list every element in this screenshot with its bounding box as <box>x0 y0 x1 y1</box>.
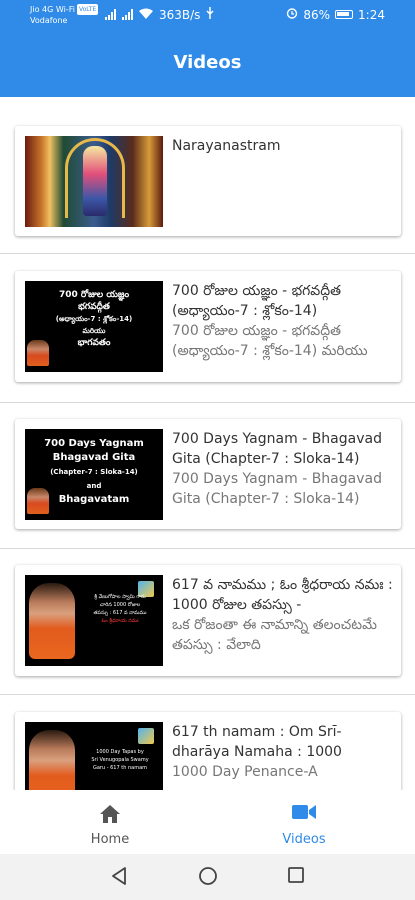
thumb-line: ఓం శ్రీధరాయ నమః <box>101 618 139 624</box>
thumb-line: (అధ్యాయం-7 : శ్లోకం-14) <box>55 315 133 323</box>
home-circle-icon[interactable] <box>198 866 218 890</box>
video-camera-icon <box>292 804 316 824</box>
speaker-photo <box>29 583 75 659</box>
thumb-line: Garu - 617 th namam <box>92 765 148 771</box>
video-card[interactable]: 700 Days Yagnam Bhagavad Gita (Chapter-7… <box>15 419 401 529</box>
video-title: 617 వ నామము ; ఓం శ్రీధరాయ నమః : 1000 రోజ… <box>172 577 393 613</box>
video-card[interactable]: Narayanastram <box>15 126 401 236</box>
carrier-top: Jio 4G Wi-Fi <box>30 5 75 14</box>
nav-item-videos[interactable]: Videos <box>244 790 364 854</box>
video-description: 700 Days Yagnam - Bhagavad Gita (Chapter… <box>172 471 382 507</box>
video-card[interactable]: శ్రీ వేణుగోపాల స్వామి గారు చారిన 1000 రో… <box>15 565 401 676</box>
video-text: 700 రోజుల యజ్ఞం - భగవద్గీత (అధ్యాయం-7 : … <box>172 281 394 361</box>
speaker-photo <box>27 340 49 366</box>
thumb-line: Bhagavatam <box>58 494 130 505</box>
video-text: Narayanastram <box>172 136 394 156</box>
video-description: 1000 Day Penance-A <box>172 764 318 780</box>
status-signal-group: 363B/s <box>105 7 214 22</box>
video-thumbnail[interactable]: 700 Days Yagnam Bhagavad Gita (Chapter-7… <box>25 429 163 520</box>
deity-graphic <box>83 146 107 216</box>
video-title: Narayanastram <box>172 138 281 154</box>
video-card[interactable]: 700 రోజుల యజ్ఞం భగవద్గీత (అధ్యాయం-7 : శ్… <box>15 271 401 382</box>
back-icon[interactable] <box>110 866 128 890</box>
video-description: ఒక రోజంతా ఈ నామాన్ని తలంచటమే తపస్సు : వే… <box>172 617 377 653</box>
clock: 1:24 <box>358 7 385 22</box>
status-bar: Jio 4G Wi-Fi VoLTE Vodafone 363B/s 86% 1:… <box>0 0 415 30</box>
video-title: 700 రోజుల యజ్ఞం - భగవద్గీత (అధ్యాయం-7 : … <box>172 283 342 319</box>
thumb-line: శ్రీ వేణుగోపాల స్వామి గారు <box>94 594 146 600</box>
status-right-group: 86% 1:24 <box>286 7 385 22</box>
thumb-line: Sri Venugopala Swamy <box>91 757 149 763</box>
net-speed: 363B/s <box>159 7 201 22</box>
video-thumbnail[interactable]: 1000 Day Tapas by Sri Venugopala Swamy G… <box>25 722 163 790</box>
thumbnail-caption: 700 రోజుల యజ్ఞం భగవద్గీత (అధ్యాయం-7 : శ్… <box>31 289 157 349</box>
signal-icon-2 <box>122 9 133 20</box>
divider <box>0 548 415 549</box>
signal-icon <box>105 9 116 20</box>
page-title: Videos <box>173 52 242 73</box>
bottom-navigation: Home Videos <box>0 790 415 854</box>
video-text: 700 Days Yagnam - Bhagavad Gita (Chapter… <box>172 429 394 509</box>
thumbnail-caption: శ్రీ వేణుగోపాల స్వామి గారు చారిన 1000 రో… <box>85 593 155 625</box>
thumb-line: 1000 Day Tapas by <box>96 749 144 755</box>
divider <box>0 253 415 254</box>
nav-label-home: Home <box>90 832 130 847</box>
video-description: 700 రోజుల యజ్ఞం - భగవద్గీత (అధ్యాయం-7 : … <box>172 323 368 359</box>
channel-logo-icon <box>138 728 154 744</box>
video-title: 700 Days Yagnam - Bhagavad Gita (Chapter… <box>172 431 382 467</box>
volte-badge: VoLTE <box>76 4 99 15</box>
video-list[interactable]: Narayanastram 700 రోజుల యజ్ఞం భగవద్గీత (… <box>0 97 415 790</box>
thumb-line: భగవద్గీత <box>78 302 110 312</box>
thumb-line: (Chapter-7 : Sloka-14) <box>50 468 138 476</box>
app-header: Jio 4G Wi-Fi VoLTE Vodafone 363B/s 86% 1:… <box>0 0 415 97</box>
nav-label-videos: Videos <box>282 832 326 847</box>
battery-icon <box>335 10 354 19</box>
alarm-icon <box>286 7 298 22</box>
divider <box>0 402 415 403</box>
speaker-photo <box>29 730 75 790</box>
carrier-bottom: Vodafone <box>30 16 68 25</box>
thumb-line: మరియు <box>82 327 106 335</box>
home-icon <box>99 804 121 828</box>
thumbnail-caption: 1000 Day Tapas by Sri Venugopala Swamy G… <box>85 748 155 772</box>
video-text: 617 వ నామము ; ఓం శ్రీధరాయ నమః : 1000 రోజ… <box>172 575 394 655</box>
wifi-icon <box>139 8 153 22</box>
nav-item-home[interactable]: Home <box>50 790 170 854</box>
battery-percent: 86% <box>303 7 331 22</box>
thumb-line: తపస్సు : 617 వ నామము <box>93 610 147 616</box>
speaker-photo <box>27 488 49 514</box>
thumb-line: భాగవతం <box>77 338 111 348</box>
thumb-line: 700 Days Yagnam <box>44 438 144 449</box>
carrier-info: Jio 4G Wi-Fi VoLTE Vodafone <box>30 4 99 26</box>
thumb-line: and <box>86 482 102 490</box>
system-navigation-bar <box>0 854 415 900</box>
video-title: 617 th namam : Om Srī-dharāya Namaha : 1… <box>172 724 342 760</box>
thumb-line: 700 రోజుల యజ్ఞం <box>58 290 130 300</box>
usb-icon <box>206 7 214 22</box>
video-text: 617 th namam : Om Srī-dharāya Namaha : 1… <box>172 722 394 782</box>
video-thumbnail[interactable]: శ్రీ వేణుగోపాల స్వామి గారు చారిన 1000 రో… <box>25 575 163 666</box>
divider <box>0 694 415 695</box>
thumb-line: Bhagavad Gita <box>52 452 136 463</box>
thumb-line: చారిన 1000 రోజుల <box>99 602 141 608</box>
recents-square-icon[interactable] <box>287 866 305 888</box>
video-card[interactable]: 1000 Day Tapas by Sri Venugopala Swamy G… <box>15 712 401 790</box>
video-thumbnail[interactable]: 700 రోజుల యజ్ఞం భగవద్గీత (అధ్యాయం-7 : శ్… <box>25 281 163 372</box>
thumbnail-caption: 700 Days Yagnam Bhagavad Gita (Chapter-7… <box>31 437 157 507</box>
video-thumbnail[interactable] <box>25 136 163 227</box>
